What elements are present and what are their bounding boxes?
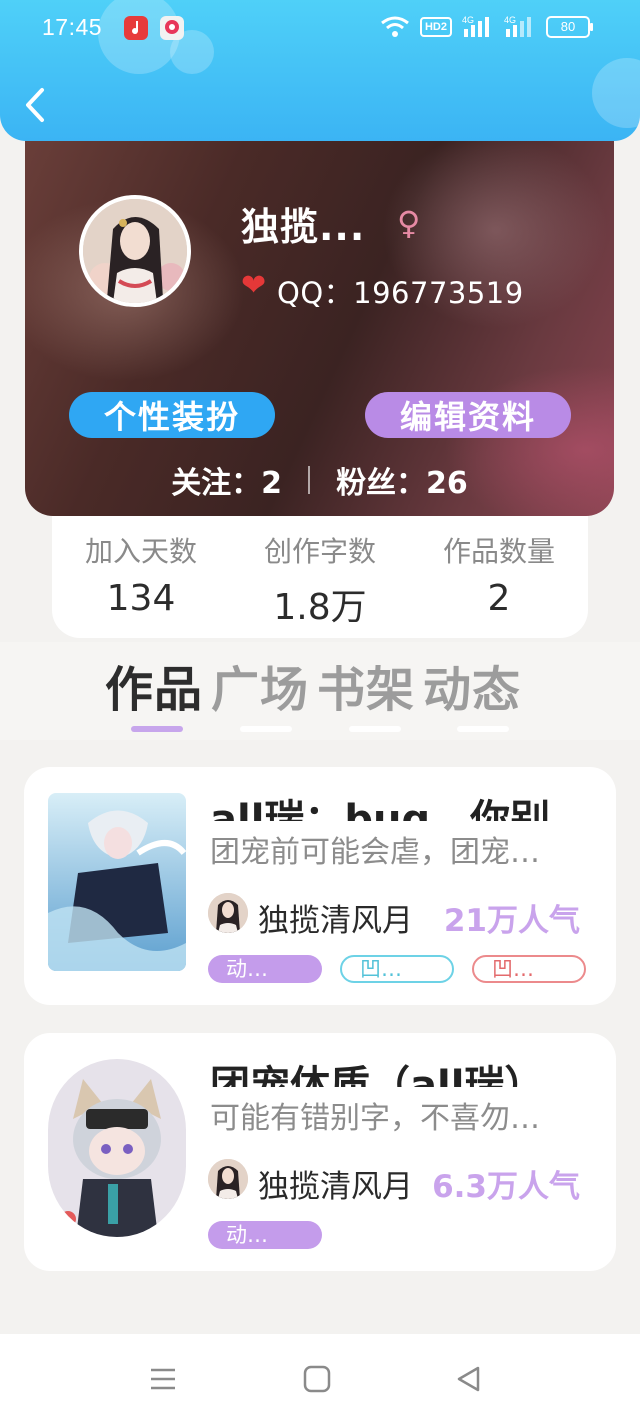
tab-bar: 作品 广场 书架 动态 xyxy=(105,650,521,720)
heart-icon: ❤ xyxy=(241,268,267,303)
status-time: 17:45 xyxy=(42,14,103,40)
system-nav-bar xyxy=(0,1334,640,1422)
profile-card: 独揽... ♀ ❤ QQ：196773519 个性装扮 编辑资料 关注：2 粉丝… xyxy=(25,120,614,516)
book-card[interactable]: all瑞：bug…你别 团宠前可能会虐，团宠… 独揽清风月 21万人气 动… 凹… xyxy=(24,767,616,1005)
tab-indicator xyxy=(349,726,401,732)
book-description: 团宠前可能会虐，团宠… xyxy=(210,835,540,870)
author-name: 独揽清风月 xyxy=(258,903,413,939)
app-header: 17:45 HD2 4G 4G 80 xyxy=(0,0,640,141)
stat-label: 创作字数 xyxy=(263,535,376,568)
stats-card: 加入天数 134 创作字数 1.8万 作品数量 2 xyxy=(52,516,588,638)
chevron-left-icon xyxy=(26,88,44,122)
female-icon: ♀ xyxy=(397,204,421,242)
status-indicators: HD2 4G 4G 80 xyxy=(380,15,593,39)
tab-indicator xyxy=(240,726,292,732)
tab-indicator-active xyxy=(131,726,183,732)
tab-works[interactable]: 作品 xyxy=(105,650,203,720)
author-avatar xyxy=(208,1159,248,1199)
battery-indicator: 80 xyxy=(546,16,593,38)
following-count[interactable]: 关注：2 xyxy=(171,458,282,502)
stat-works-count: 作品数量 2 xyxy=(410,530,588,619)
author-name: 独揽清风月 xyxy=(258,1169,413,1205)
book-description: 可能有错别字，不喜勿… xyxy=(210,1101,540,1136)
music-app-icon xyxy=(124,16,148,40)
tag-badge[interactable]: 凹… xyxy=(340,955,454,983)
triangle-back-icon xyxy=(457,1366,480,1392)
hd-voice-badge: HD2 xyxy=(419,17,452,37)
signal-icon: 4G xyxy=(504,15,536,39)
tag-badge[interactable]: 凹… xyxy=(472,955,586,983)
tab-moments[interactable]: 动态 xyxy=(423,650,521,720)
personalize-button[interactable]: 个性装扮 xyxy=(69,392,275,438)
home-button[interactable] xyxy=(302,1364,332,1394)
profile-avatar[interactable] xyxy=(79,195,191,307)
decorative-bubble xyxy=(592,58,640,128)
popularity-count: 21万人气 xyxy=(443,903,580,939)
edit-profile-button[interactable]: 编辑资料 xyxy=(365,392,571,438)
book-cover[interactable] xyxy=(48,793,186,971)
tab-square[interactable]: 广场 xyxy=(211,650,309,720)
username: 独揽... xyxy=(241,205,366,249)
book-title: 团宠体质（all瑞） xyxy=(210,1063,545,1087)
book-title: all瑞：bug…你别 xyxy=(210,797,551,821)
follow-stats: 关注：2 粉丝：26 xyxy=(25,458,614,502)
stat-join-days: 加入天数 134 xyxy=(52,530,230,619)
back-nav-button[interactable] xyxy=(454,1364,484,1394)
menu-button[interactable] xyxy=(148,1364,178,1394)
popularity-count: 6.3万人气 xyxy=(432,1169,580,1205)
svg-text:4G: 4G xyxy=(462,15,474,25)
stat-value: 134 xyxy=(106,578,176,619)
chat-app-icon xyxy=(160,16,184,40)
tag-badge[interactable]: 动… xyxy=(208,955,322,983)
signal-icon: 4G xyxy=(462,15,494,39)
divider xyxy=(308,466,311,494)
stat-label: 作品数量 xyxy=(442,535,555,568)
wifi-icon xyxy=(380,15,410,39)
back-button[interactable] xyxy=(22,86,50,124)
tag-badge[interactable]: 动… xyxy=(208,1221,322,1249)
tab-bookshelf[interactable]: 书架 xyxy=(317,650,415,720)
svg-text:4G: 4G xyxy=(504,15,516,25)
stat-label: 加入天数 xyxy=(84,535,197,568)
stat-value: 2 xyxy=(487,578,511,619)
author-avatar xyxy=(208,893,248,933)
tab-indicator xyxy=(457,726,509,732)
square-home-icon xyxy=(303,1365,331,1393)
fans-count[interactable]: 粉丝：26 xyxy=(336,458,468,502)
menu-icon xyxy=(151,1368,175,1390)
book-cover[interactable] xyxy=(48,1059,186,1237)
stat-word-count: 创作字数 1.8万 xyxy=(231,530,409,630)
book-card[interactable]: 团宠体质（all瑞） 可能有错别字，不喜勿… 独揽清风月 6.3万人气 动… xyxy=(24,1033,616,1271)
qq-number: QQ：196773519 xyxy=(277,276,524,310)
stat-value: 1.8万 xyxy=(273,587,367,628)
